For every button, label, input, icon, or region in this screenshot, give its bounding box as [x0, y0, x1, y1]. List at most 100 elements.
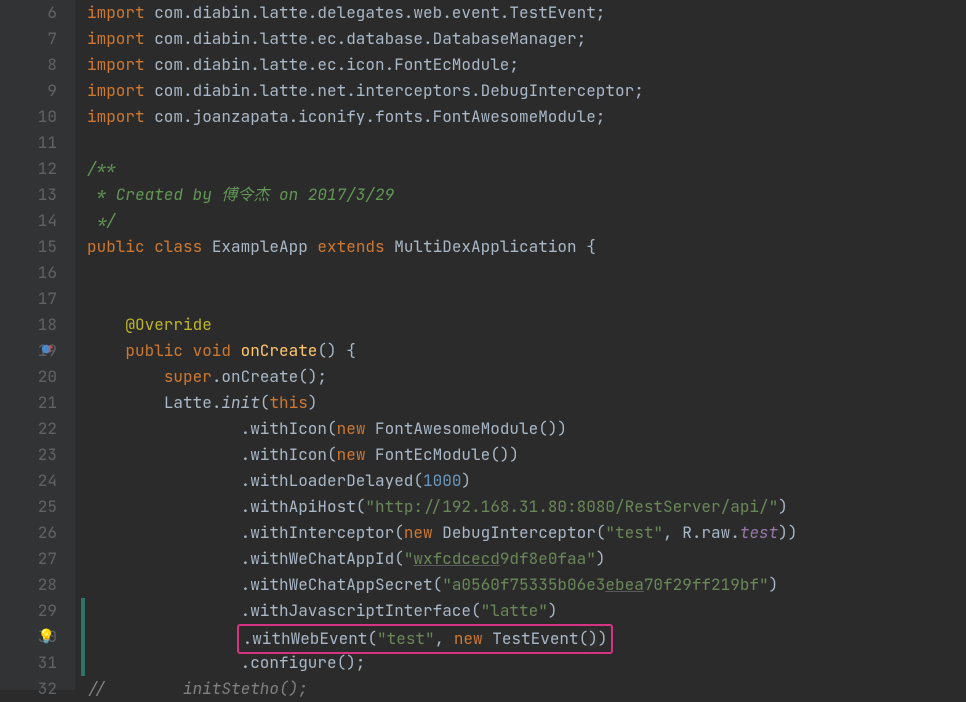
code-line[interactable]: /** [87, 156, 966, 182]
code-line[interactable] [87, 286, 966, 312]
code-editor[interactable]: 6789101112131415161718192021222324252627… [0, 0, 966, 690]
code-line[interactable]: .withWeChatAppSecret("a0560f75335b06e3eb… [87, 572, 966, 598]
token: () { [317, 340, 355, 361]
token: ) [588, 628, 598, 649]
token: 1000 [423, 470, 461, 491]
code-line[interactable] [87, 130, 966, 156]
token: com.diabin.latte.ec.database.DatabaseMan… [154, 28, 586, 49]
token: @Override [125, 314, 211, 335]
vcs-change-marker[interactable] [81, 598, 85, 676]
token: com.diabin.latte.net.interceptors.DebugI… [154, 80, 644, 101]
token: .withWeChatAppSecret( [241, 574, 443, 595]
gutter-line-number: 7 [0, 26, 57, 52]
override-icon[interactable] [41, 338, 55, 364]
gutter-line-number: 19 [0, 338, 57, 364]
code-line[interactable]: super.onCreate(); [87, 364, 966, 390]
token: /** [87, 158, 116, 179]
code-line[interactable]: Latte.init(this) [87, 390, 966, 416]
token: .withWeChatAppId( [241, 548, 404, 569]
token: onCreate [241, 340, 318, 361]
code-line[interactable]: .withLoaderDelayed(1000) [87, 468, 966, 494]
token: this [269, 392, 307, 413]
gutter-line-number: 8 [0, 52, 57, 78]
token: DebugInterceptor( [442, 522, 605, 543]
token: com.joanzapata.iconify.fonts.FontAwesome… [154, 106, 605, 127]
gutter-line-number: 23 [0, 442, 57, 468]
token: init [221, 392, 259, 413]
token: )) [778, 522, 797, 543]
token: import [87, 80, 154, 101]
gutter-line-number: 6 [0, 0, 57, 26]
code-line[interactable]: import com.joanzapata.iconify.fonts.Font… [87, 104, 966, 130]
code-line[interactable]: import com.diabin.latte.ec.database.Data… [87, 26, 966, 52]
token: extends [317, 236, 394, 257]
code-line[interactable]: import com.diabin.latte.delegates.web.ev… [87, 0, 966, 26]
token: */ [87, 210, 116, 231]
code-line[interactable]: .withApiHost("http://192.168.31.80:8080/… [87, 494, 966, 520]
token: , [435, 628, 454, 649]
gutter-line-number: 10 [0, 104, 57, 130]
token: "latte" [481, 600, 548, 621]
gutter-line-number: 29 [0, 598, 57, 624]
token: ) [769, 574, 779, 595]
code-line[interactable]: public class ExampleApp extends MultiDex… [87, 234, 966, 260]
code-line[interactable]: // initStetho(); [87, 676, 966, 702]
token: new [404, 522, 442, 543]
token: .withWebEvent( [243, 628, 377, 649]
gutter-line-number: 24 [0, 468, 57, 494]
token: .withIcon( [241, 418, 337, 439]
token: ) [596, 548, 606, 569]
code-line[interactable]: .configure(); [87, 650, 966, 676]
token: Latte. [164, 392, 222, 413]
intention-bulb-icon[interactable]: 💡 [38, 624, 55, 650]
token: ( [260, 392, 270, 413]
gutter-line-number: 26 [0, 520, 57, 546]
code-area[interactable]: import com.diabin.latte.delegates.web.ev… [75, 0, 966, 690]
token: // initStetho(); [87, 678, 308, 699]
code-line[interactable]: import com.diabin.latte.net.interceptors… [87, 78, 966, 104]
token: 9df8e0faa" [500, 548, 596, 569]
gutter-line-number: 22 [0, 416, 57, 442]
token: import [87, 54, 154, 75]
token: new [337, 444, 375, 465]
token: .withApiHost( [241, 496, 366, 517]
code-line[interactable]: @Override [87, 312, 966, 338]
code-line[interactable]: */ [87, 208, 966, 234]
token: public void [125, 340, 240, 361]
code-line[interactable]: .withJavascriptInterface("latte") [87, 598, 966, 624]
code-line[interactable]: public void onCreate() { [87, 338, 966, 364]
code-line[interactable]: * Created by 傅令杰 on 2017/3/29 [87, 182, 966, 208]
code-line[interactable]: .withIcon(new FontAwesomeModule()) [87, 416, 966, 442]
gutter-line-number: 25 [0, 494, 57, 520]
token: public class [87, 236, 212, 257]
token: import [87, 28, 154, 49]
token: FontAwesomeModule()) [375, 418, 567, 439]
gutter-line-number: 14 [0, 208, 57, 234]
gutter-line-number: 15 [0, 234, 57, 260]
gutter-line-number: 18 [0, 312, 57, 338]
token: com.diabin.latte.ec.icon.FontEcModule; [154, 54, 519, 75]
token: FontEcModule()) [375, 444, 519, 465]
token: ) [548, 600, 558, 621]
gutter-line-number: 27 [0, 546, 57, 572]
token: "http://192.168.31.80:8080/RestServer/ap… [365, 496, 778, 517]
code-line[interactable]: .withWeChatAppId("wxfcdcecd9df8e0faa") [87, 546, 966, 572]
token: .configure(); [241, 652, 366, 673]
token: "test" [605, 522, 663, 543]
token: .withLoaderDelayed( [241, 470, 423, 491]
code-line[interactable]: .withInterceptor(new DebugInterceptor("t… [87, 520, 966, 546]
gutter: 6789101112131415161718192021222324252627… [0, 0, 75, 690]
token: ) [598, 628, 608, 649]
gutter-line-number: 16 [0, 260, 57, 286]
token: test [740, 522, 778, 543]
gutter-line-number: 11 [0, 130, 57, 156]
token: .onCreate(); [212, 366, 327, 387]
gutter-line-number: 20 [0, 364, 57, 390]
token: "a0560f75335b06e3 [442, 574, 605, 595]
code-line[interactable]: import com.diabin.latte.ec.icon.FontEcMo… [87, 52, 966, 78]
code-line[interactable]: .withWebEvent("test", new TestEvent()) [87, 624, 966, 650]
code-line[interactable] [87, 260, 966, 286]
code-line[interactable]: .withIcon(new FontEcModule()) [87, 442, 966, 468]
token: com.diabin.latte.delegates.web.event.Tes… [154, 2, 605, 23]
token: ExampleApp [212, 236, 318, 257]
